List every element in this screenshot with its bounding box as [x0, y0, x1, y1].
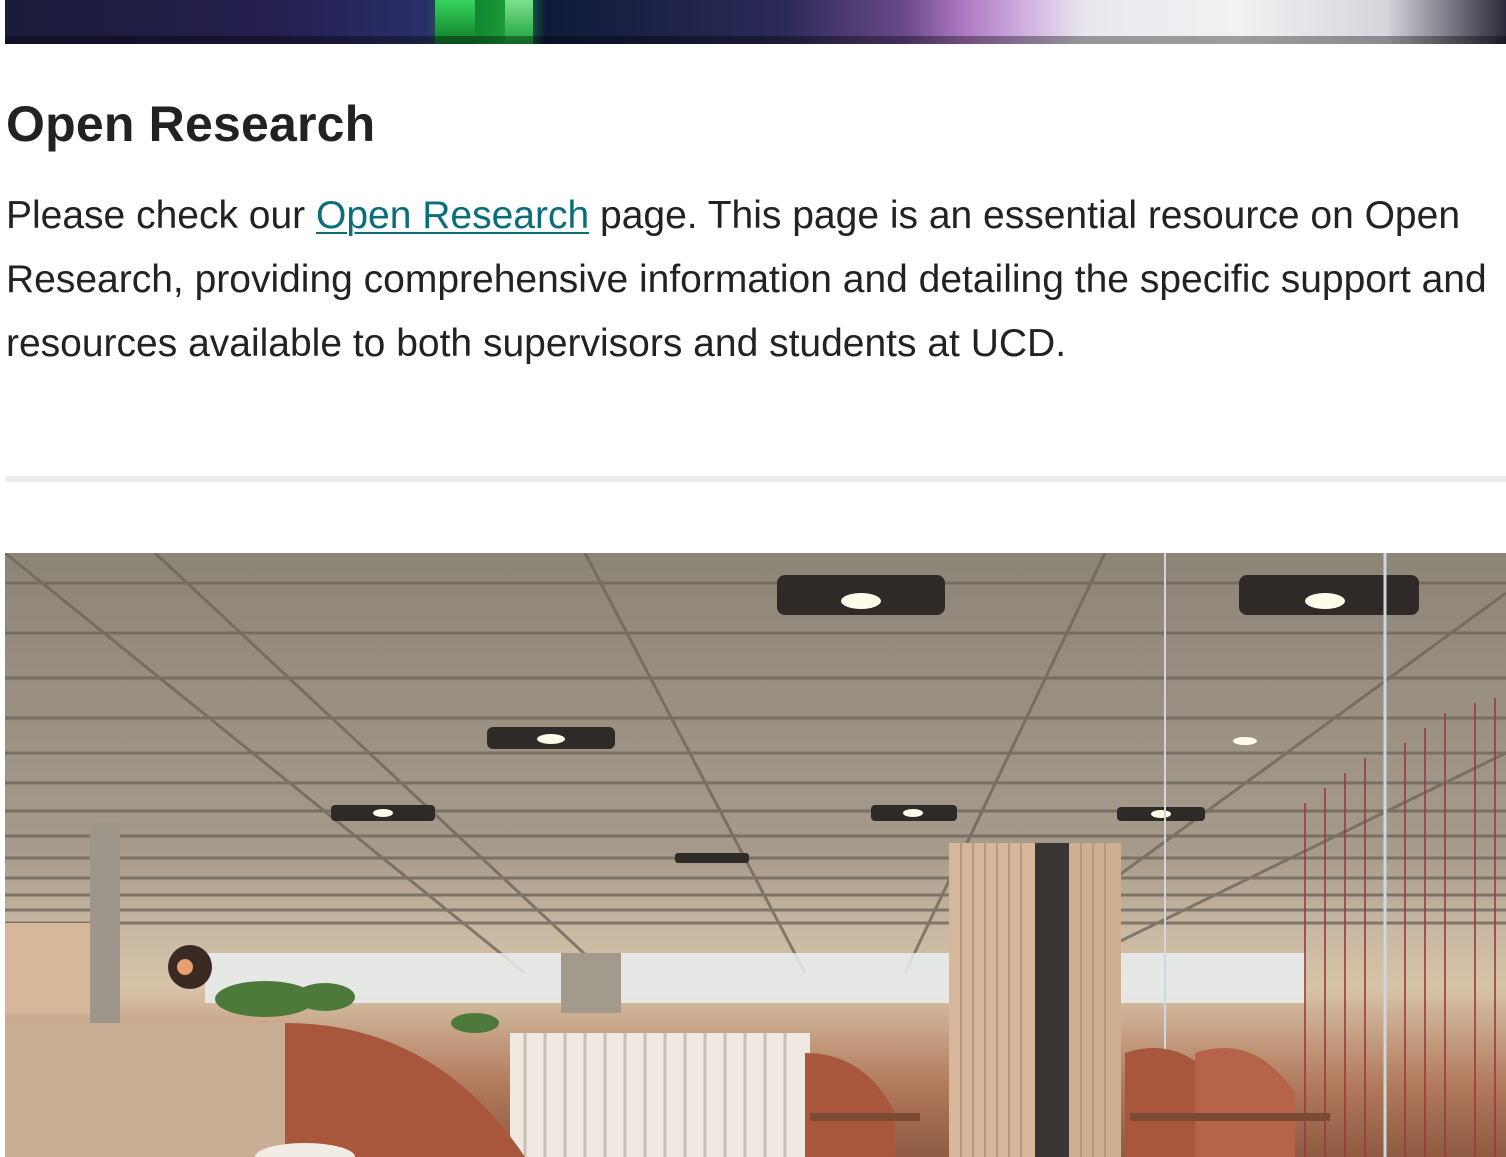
hero-image-shadow — [5, 36, 1506, 44]
library-interior-image — [5, 553, 1506, 1157]
paragraph-text-start: Please check our — [6, 194, 317, 237]
section-heading: Open Research — [6, 96, 376, 152]
open-research-link[interactable]: Open Research — [316, 194, 589, 237]
section-paragraph: Please check our Open Research page. Thi… — [6, 184, 1506, 376]
hero-image — [5, 0, 1506, 44]
open-research-section: Open Research Please check our Open Rese… — [6, 92, 1506, 376]
section-divider — [5, 476, 1506, 482]
library-interior-illustration — [5, 553, 1506, 1157]
